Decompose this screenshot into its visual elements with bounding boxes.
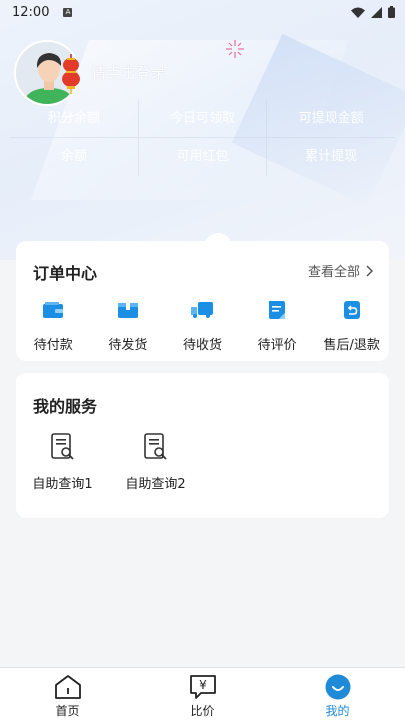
package-icon — [117, 303, 138, 318]
status-bar: 12:00 A — [0, 0, 405, 24]
nav-home-label: 首页 — [55, 704, 80, 718]
view-all-label: 查看全部 — [307, 265, 360, 280]
service-self-query-1[interactable]: 自助查询1 — [16, 433, 109, 492]
nav-compare-price[interactable]: ¥ 比价 — [135, 668, 270, 721]
service-list: 自助查询1 自助查询2 — [16, 433, 202, 492]
nav-compare-price-label: 比价 — [190, 704, 215, 718]
wallet-icon — [43, 302, 64, 318]
bottom-nav: 首页 ¥ 比价 我的 — [0, 667, 405, 721]
my-services-card: 我的服务 自助查询1 自助查询2 — [16, 373, 389, 518]
battery-icon — [388, 6, 395, 18]
order-pending-payment-label: 待付款 — [33, 338, 73, 353]
price-icon: ¥ — [189, 675, 216, 699]
order-pending-receipt-label: 待收货 — [182, 338, 222, 353]
chevron-right-icon — [366, 264, 373, 277]
stat-points[interactable]: 积分余额 — [10, 100, 139, 137]
order-status-list: 待付款 待发货 待收货 待评价 售后/退款 — [16, 299, 389, 353]
refund-icon — [343, 301, 360, 319]
service-self-query-2-label: 自助查询2 — [125, 477, 186, 492]
order-pending-review-label: 待评价 — [257, 338, 297, 353]
my-services-title: 我的服务 — [33, 397, 98, 416]
wifi-icon — [351, 7, 365, 18]
nav-home[interactable]: 首页 — [0, 668, 135, 721]
stat-redpacket[interactable]: 可用红包 — [139, 138, 268, 176]
a-letter-icon: A — [63, 7, 73, 17]
order-pending-receipt[interactable]: 待收货 — [165, 299, 240, 353]
order-pending-shipment[interactable]: 待发货 — [91, 299, 166, 353]
signal-icon — [371, 6, 382, 18]
order-pending-payment[interactable]: 待付款 — [16, 299, 91, 353]
lantern-icon — [62, 54, 80, 94]
truck-icon — [191, 302, 214, 318]
svg-text:¥: ¥ — [199, 678, 207, 692]
nav-mine-label: 我的 — [325, 704, 350, 718]
order-center-card: 订单中心 查看全部 待付款 待发货 待收货 待评价 售后/退款 — [16, 233, 389, 361]
stat-withdrawable[interactable]: 可提现金额 — [267, 100, 395, 137]
stat-balance[interactable]: 余额 — [10, 138, 139, 176]
nav-mine[interactable]: 我的 — [270, 668, 405, 721]
order-center-title: 订单中心 — [33, 264, 98, 283]
order-after-sales[interactable]: 售后/退款 — [314, 299, 389, 353]
login-prompt[interactable]: 请点击登录 — [91, 62, 166, 83]
view-all-orders-link[interactable]: 查看全部 — [308, 261, 373, 280]
order-after-sales-label: 售后/退款 — [323, 338, 380, 353]
service-self-query-2[interactable]: 自助查询2 — [109, 433, 202, 492]
status-icons — [351, 6, 395, 18]
stat-today[interactable]: 今日可领取 — [139, 100, 268, 137]
stat-total-withdrawn[interactable]: 累计提现 — [267, 138, 395, 176]
document-search-icon — [143, 433, 167, 460]
order-pending-shipment-label: 待发货 — [108, 338, 148, 353]
review-icon — [269, 301, 286, 319]
firework-icon — [226, 40, 244, 58]
service-self-query-1-label: 自助查询1 — [32, 477, 93, 492]
profile-icon — [325, 674, 350, 700]
order-pending-review[interactable]: 待评价 — [240, 299, 315, 353]
document-search-icon — [50, 433, 74, 460]
account-stats: 积分余额 今日可领取 可提现金额 余额 可用红包 累计提现 — [10, 100, 395, 180]
home-icon — [54, 675, 81, 699]
status-time: 12:00 — [12, 4, 50, 20]
